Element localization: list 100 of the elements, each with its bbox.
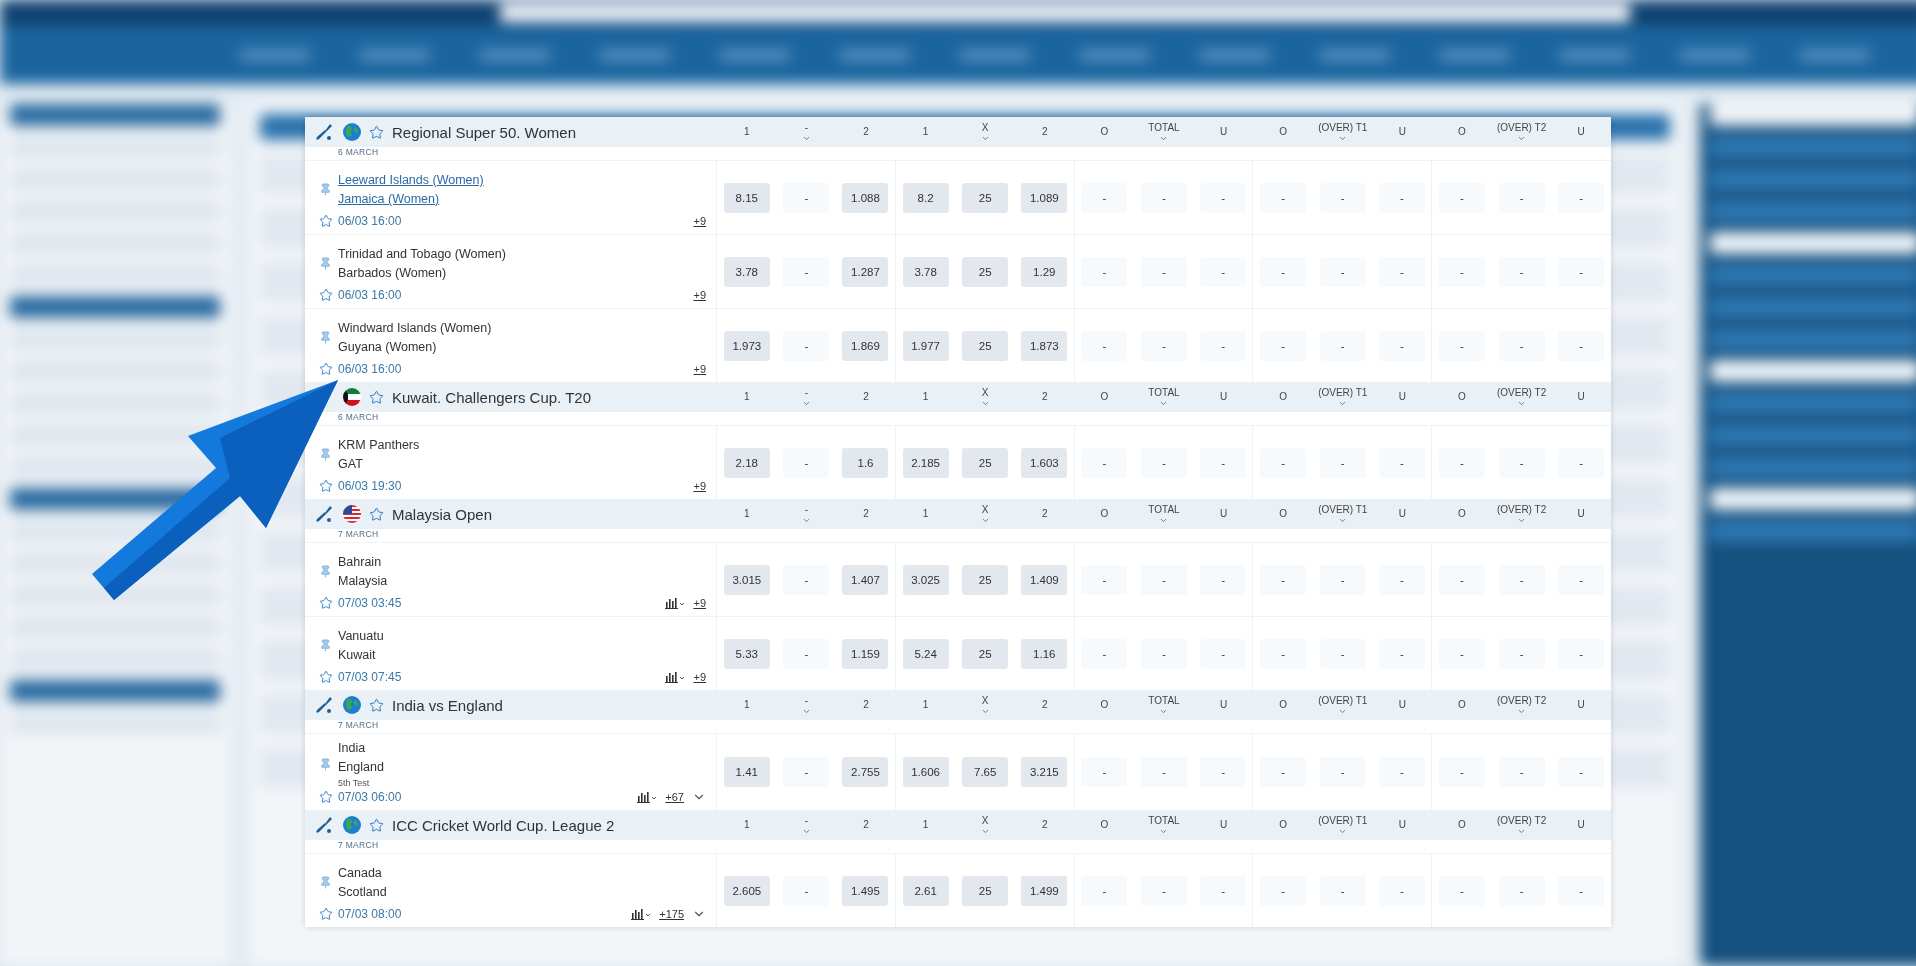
odds-button[interactable]: - xyxy=(1319,875,1366,906)
odds-button[interactable]: - xyxy=(783,330,830,361)
favorite-star-icon[interactable] xyxy=(318,670,333,684)
odds-button[interactable]: - xyxy=(1378,564,1425,595)
favorite-star-icon[interactable] xyxy=(369,389,384,405)
odds-button[interactable]: 1.6 xyxy=(842,447,889,478)
more-markets-link[interactable]: +9 xyxy=(693,215,706,227)
odds-button[interactable]: 25 xyxy=(962,330,1009,361)
pin-icon[interactable] xyxy=(319,331,332,344)
pin-icon[interactable] xyxy=(319,639,332,652)
odds-button[interactable]: 2.605 xyxy=(723,875,770,906)
odds-button[interactable]: 1.088 xyxy=(842,182,889,213)
team-name[interactable]: India xyxy=(338,740,366,756)
more-markets-link[interactable]: +9 xyxy=(693,480,706,492)
favorite-star-icon[interactable] xyxy=(318,907,333,921)
more-markets-link[interactable]: +9 xyxy=(693,363,706,375)
odds-button[interactable]: - xyxy=(1378,638,1425,669)
odds-button[interactable]: - xyxy=(783,757,830,787)
odds-button[interactable]: 1.287 xyxy=(842,256,889,287)
odds-button[interactable]: - xyxy=(1439,875,1485,906)
odds-button[interactable]: - xyxy=(1558,256,1605,287)
favorite-star-icon[interactable] xyxy=(369,817,384,833)
odds-button[interactable]: - xyxy=(783,256,830,287)
odds-button[interactable]: - xyxy=(1439,182,1485,213)
odds-button[interactable]: 1.973 xyxy=(723,330,770,361)
odds-button[interactable]: 8.15 xyxy=(723,182,770,213)
bar-chart-icon[interactable] xyxy=(631,908,652,920)
odds-button[interactable]: - xyxy=(1498,447,1545,478)
odds-button[interactable]: - xyxy=(1319,330,1366,361)
odds-button[interactable]: 7.65 xyxy=(962,757,1009,787)
odds-button[interactable]: - xyxy=(1081,757,1128,787)
odds-button[interactable]: - xyxy=(1378,757,1425,787)
odds-button[interactable]: - xyxy=(1319,182,1366,213)
odds-button[interactable]: - xyxy=(1260,564,1307,595)
team-name[interactable]: Kuwait xyxy=(338,647,376,663)
odds-button[interactable]: - xyxy=(1141,875,1187,906)
odds-button[interactable]: - xyxy=(783,182,830,213)
odds-button[interactable]: 25 xyxy=(962,875,1009,906)
odds-button[interactable]: 2.185 xyxy=(902,447,949,478)
favorite-star-icon[interactable] xyxy=(318,596,333,610)
more-markets-link[interactable]: +9 xyxy=(693,597,706,609)
odds-button[interactable]: - xyxy=(1498,757,1545,787)
odds-button[interactable]: - xyxy=(1378,182,1425,213)
team-name[interactable]: GAT xyxy=(338,456,363,472)
odds-button[interactable]: - xyxy=(1558,757,1605,787)
odds-button[interactable]: - xyxy=(1319,757,1366,787)
odds-button[interactable]: 3.015 xyxy=(723,564,770,595)
more-markets-link[interactable]: +9 xyxy=(693,671,706,683)
odds-button[interactable]: - xyxy=(1558,447,1605,478)
odds-button[interactable]: 1.499 xyxy=(1021,875,1068,906)
odds-button[interactable]: - xyxy=(1200,638,1247,669)
odds-button[interactable]: - xyxy=(1081,330,1128,361)
odds-button[interactable]: - xyxy=(1558,330,1605,361)
pin-icon[interactable] xyxy=(319,757,332,771)
odds-button[interactable]: 2.755 xyxy=(842,757,889,787)
odds-button[interactable]: - xyxy=(1141,638,1187,669)
odds-button[interactable]: - xyxy=(783,564,830,595)
bar-chart-icon[interactable] xyxy=(637,791,658,803)
team-name[interactable]: Guyana (Women) xyxy=(338,339,437,355)
odds-button[interactable]: - xyxy=(1260,447,1307,478)
odds-button[interactable]: 1.977 xyxy=(902,330,949,361)
pin-icon[interactable] xyxy=(319,565,332,578)
odds-button[interactable]: - xyxy=(1141,757,1187,787)
odds-button[interactable]: - xyxy=(1081,564,1128,595)
odds-button[interactable]: - xyxy=(1439,757,1485,787)
odds-button[interactable]: 25 xyxy=(962,182,1009,213)
odds-button[interactable]: 1.16 xyxy=(1021,638,1068,669)
odds-button[interactable]: - xyxy=(1081,638,1128,669)
pin-icon[interactable] xyxy=(319,876,332,889)
odds-button[interactable]: 2.18 xyxy=(723,447,770,478)
odds-button[interactable]: - xyxy=(1498,638,1545,669)
odds-button[interactable]: - xyxy=(1378,447,1425,478)
odds-button[interactable]: - xyxy=(1319,638,1366,669)
odds-button[interactable]: 1.873 xyxy=(1021,330,1068,361)
odds-button[interactable]: - xyxy=(1498,182,1545,213)
favorite-star-icon[interactable] xyxy=(369,506,384,522)
odds-button[interactable]: - xyxy=(1558,875,1605,906)
odds-button[interactable]: - xyxy=(1319,447,1366,478)
odds-button[interactable]: - xyxy=(1141,182,1187,213)
odds-button[interactable]: - xyxy=(1558,638,1605,669)
odds-button[interactable]: 1.407 xyxy=(842,564,889,595)
odds-button[interactable]: - xyxy=(1378,875,1425,906)
odds-button[interactable]: - xyxy=(1200,256,1247,287)
odds-button[interactable]: 3.78 xyxy=(902,256,949,287)
odds-button[interactable]: 1.41 xyxy=(723,757,770,787)
odds-button[interactable]: 1.603 xyxy=(1021,447,1068,478)
odds-button[interactable]: - xyxy=(1439,330,1485,361)
odds-button[interactable]: 25 xyxy=(962,447,1009,478)
pin-icon[interactable] xyxy=(319,257,332,270)
favorite-star-icon[interactable] xyxy=(318,362,333,376)
odds-button[interactable]: - xyxy=(1439,564,1485,595)
odds-button[interactable]: - xyxy=(1260,330,1307,361)
league-title[interactable]: Malaysia Open xyxy=(392,505,493,523)
odds-button[interactable]: - xyxy=(1558,182,1605,213)
odds-button[interactable]: - xyxy=(1200,182,1247,213)
odds-button[interactable]: - xyxy=(1260,256,1307,287)
odds-button[interactable]: - xyxy=(1260,638,1307,669)
odds-button[interactable]: - xyxy=(1081,875,1128,906)
team-name[interactable]: Leeward Islands (Women) xyxy=(338,172,484,188)
odds-button[interactable]: - xyxy=(1200,330,1247,361)
